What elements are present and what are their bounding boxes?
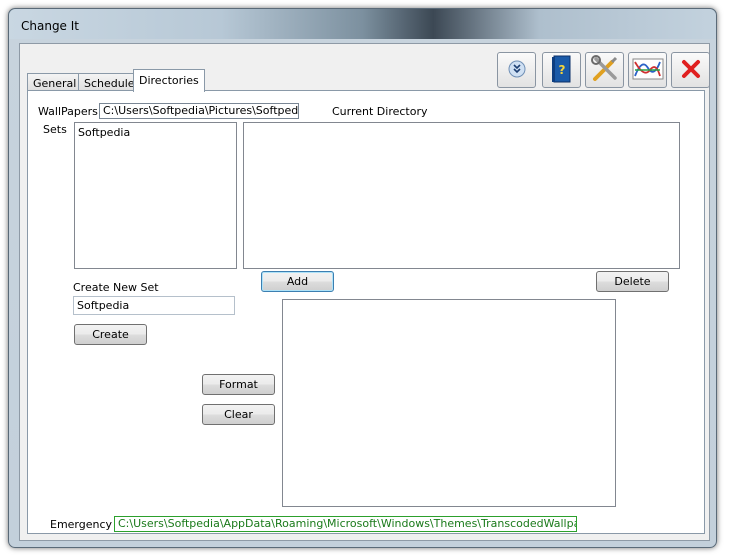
tab-directories-label: Directories — [139, 74, 199, 87]
window-title: Change It — [21, 19, 80, 33]
current-directory-list[interactable] — [243, 122, 680, 269]
delete-button[interactable]: Delete — [596, 271, 669, 292]
svg-text:?: ? — [558, 63, 565, 77]
title-bar[interactable]: Change It — [9, 9, 716, 39]
tab-general-label: General — [33, 77, 77, 90]
current-directory-label: Current Directory — [332, 105, 428, 118]
emergency-label: Emergency — [50, 518, 113, 531]
graph-button[interactable] — [628, 52, 667, 88]
app-window: Change It General Schedule Directories ?… — [8, 8, 717, 548]
wallpapers-label: WallPapers — [38, 105, 98, 118]
graph-icon — [632, 56, 664, 85]
close-button[interactable] — [671, 52, 710, 88]
directories-panel: WallPapers C:\Users\Softpedia\Pictures\S… — [27, 90, 705, 534]
sets-label: Sets — [43, 123, 67, 136]
list-item[interactable]: Softpedia — [75, 123, 236, 142]
clear-button[interactable]: Clear — [202, 404, 275, 425]
help-button[interactable]: ? — [542, 52, 581, 88]
tab-directories[interactable]: Directories — [133, 69, 205, 92]
add-button[interactable]: Add — [261, 271, 334, 292]
help-book-icon: ? — [549, 54, 575, 87]
create-new-set-label: Create New Set — [73, 281, 159, 294]
tab-schedule-label: Schedule — [84, 77, 135, 90]
client-area: General Schedule Directories ? WallPaper… — [19, 43, 710, 541]
settings-button[interactable] — [585, 52, 624, 88]
collapse-icon — [508, 60, 526, 81]
preview-area — [282, 299, 616, 507]
close-x-icon — [680, 58, 702, 83]
wallpapers-path-field[interactable]: C:\Users\Softpedia\Pictures\Softpedia — [99, 103, 299, 119]
new-set-name-input[interactable]: Softpedia — [73, 296, 235, 315]
tools-icon — [590, 54, 620, 87]
format-button[interactable]: Format — [202, 374, 275, 395]
collapse-button[interactable] — [497, 52, 536, 88]
emergency-path-field[interactable]: C:\Users\Softpedia\AppData\Roaming\Micro… — [114, 516, 577, 532]
sets-list[interactable]: Softpedia — [74, 122, 237, 269]
create-button[interactable]: Create — [74, 324, 147, 345]
